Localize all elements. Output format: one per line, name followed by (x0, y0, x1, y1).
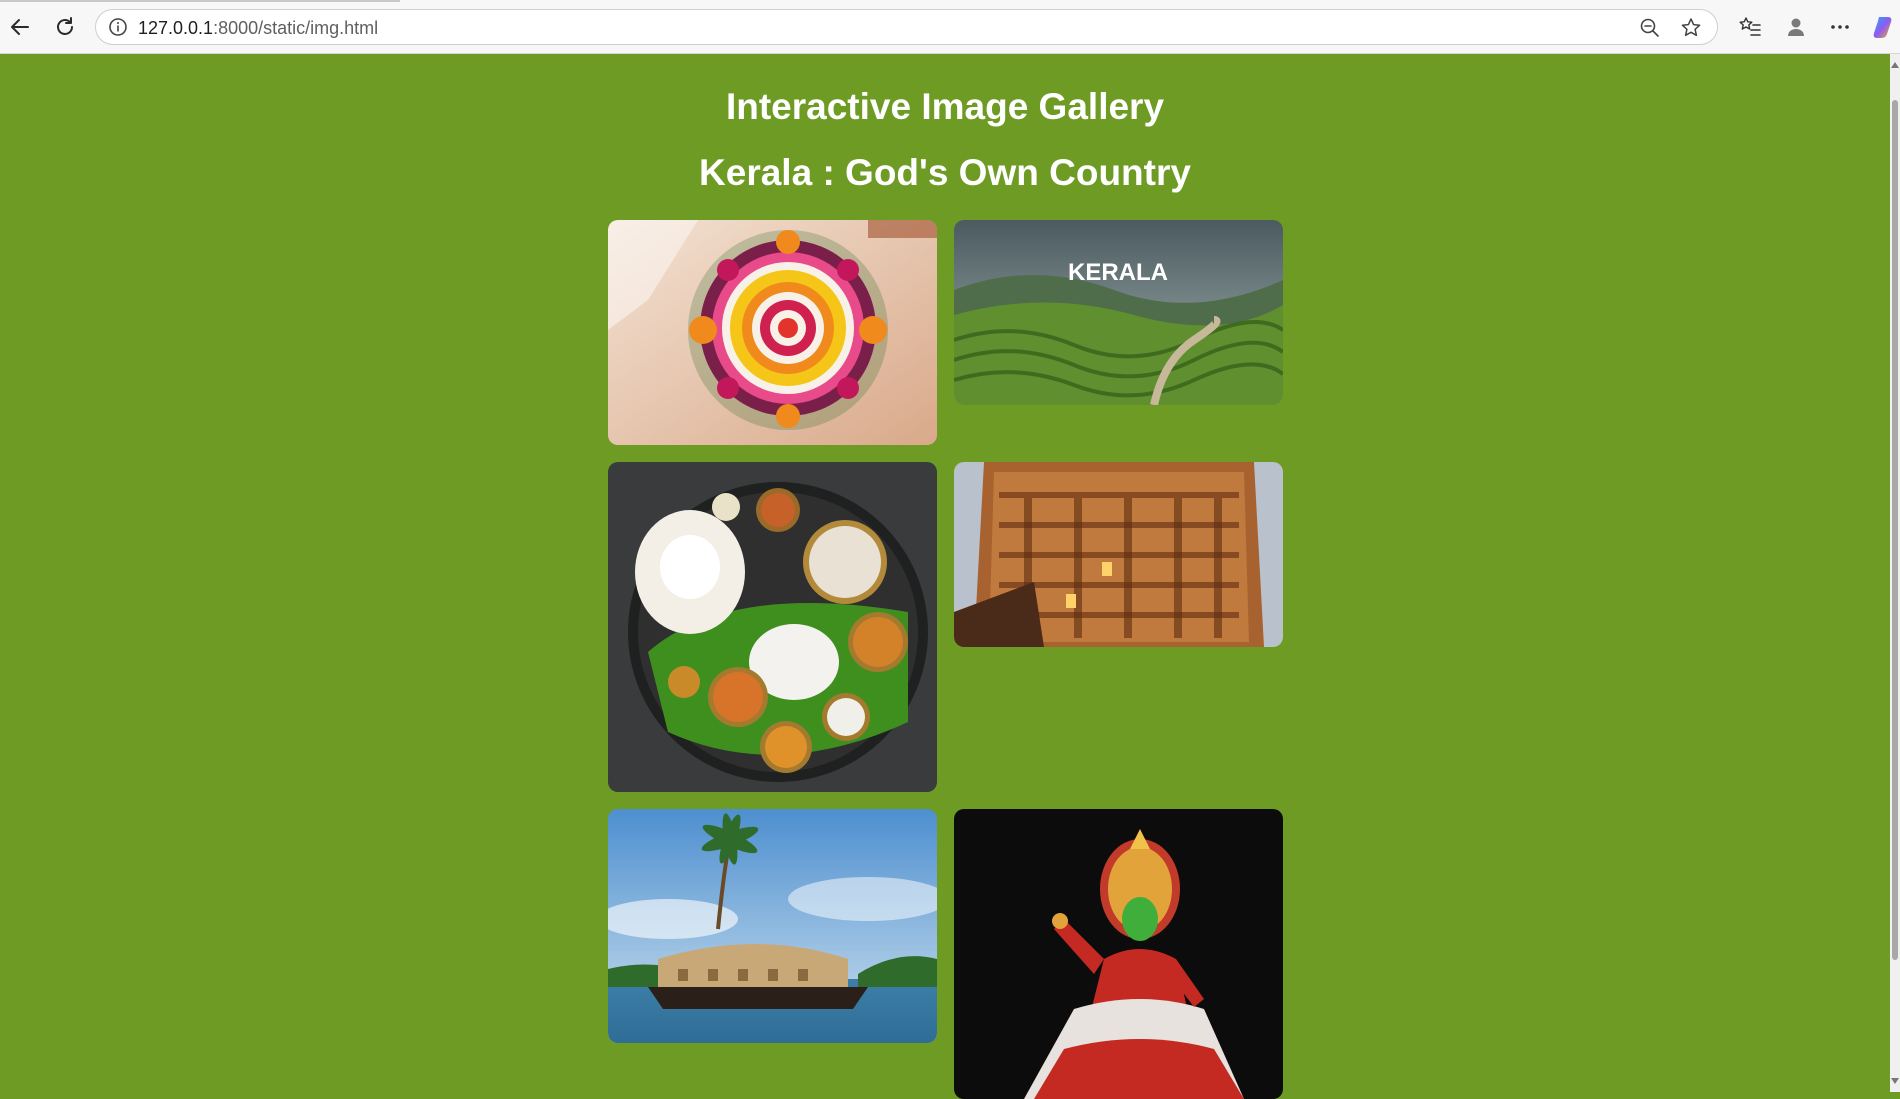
page-title: Interactive Image Gallery (725, 86, 1165, 127)
page-subtitle: Kerala : God's Own Country (699, 152, 1191, 193)
temple-photo (954, 462, 1283, 647)
scroll-down-arrow-icon[interactable] (1891, 1078, 1899, 1084)
more-icon[interactable] (1826, 13, 1854, 41)
vertical-scrollbar[interactable] (1890, 54, 1900, 1092)
site-info-icon[interactable] (106, 15, 130, 39)
page-body: Interactive Image Gallery Kerala : God's… (0, 54, 1890, 1099)
gallery-image-kathakali[interactable] (954, 809, 1283, 1099)
gallery-image-houseboat[interactable] (608, 809, 937, 1043)
browser-toolbar: 127.0.0.1:8000/static/img.html (0, 0, 1900, 54)
gallery-image-kerala-meal[interactable] (608, 462, 937, 792)
zoom-out-icon[interactable] (1637, 15, 1663, 41)
reload-icon (57, 17, 73, 35)
profile-icon[interactable] (1782, 13, 1810, 41)
address-bar[interactable]: 127.0.0.1:8000/static/img.html (95, 9, 1718, 45)
rangoli-photo (608, 220, 937, 445)
url-port: :8000 (213, 18, 259, 38)
url-text[interactable]: 127.0.0.1:8000/static/img.html (138, 18, 378, 39)
copilot-icon[interactable] (1870, 13, 1898, 41)
gallery-image-temple[interactable] (954, 462, 1283, 647)
scrollbar-thumb[interactable] (1892, 100, 1898, 960)
kerala-caption: KERALA (1068, 259, 1168, 286)
favorites-list-icon[interactable] (1736, 13, 1764, 41)
gallery-image-tea-plantation[interactable]: KERALA (954, 220, 1283, 405)
tea-plantation-photo: KERALA (954, 220, 1283, 405)
tab-strip-edge (0, 0, 400, 2)
kerala-meal-photo (608, 462, 937, 792)
back-icon (11, 19, 29, 35)
url-host: 127.0.0.1 (138, 18, 214, 38)
back-button[interactable] (2, 9, 38, 45)
favorite-star-icon[interactable] (1678, 15, 1704, 41)
scroll-up-arrow-icon[interactable] (1891, 62, 1899, 68)
kathakali-photo (954, 809, 1283, 1099)
url-path: /static/img.html (258, 18, 379, 38)
reload-button[interactable] (47, 9, 83, 45)
gallery-image-rangoli[interactable] (608, 220, 937, 445)
houseboat-photo (608, 809, 937, 1043)
